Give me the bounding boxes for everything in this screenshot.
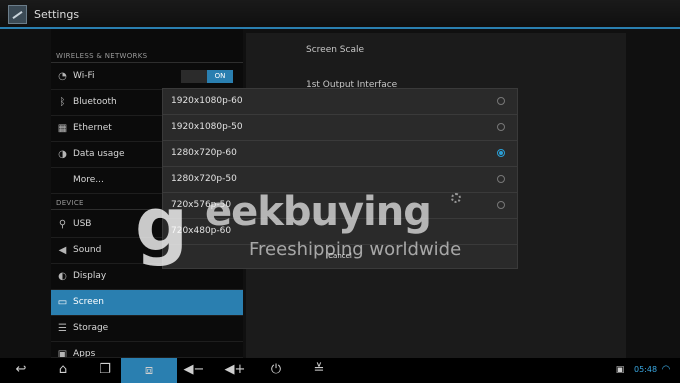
resolution-option[interactable]: 1920x1080p-50 — [163, 115, 517, 141]
system-navigation-bar: ↩ ⌂ ❐ ⧈ ◀− ◀+ ⏻ ≚ ▣ 05:48 ◠ — [0, 358, 680, 383]
usb-icon: ⚲ — [58, 219, 67, 230]
back-icon[interactable]: ↩ — [11, 362, 31, 378]
sidebar-item-label: Display — [73, 271, 107, 281]
speaker-icon: ◀ — [58, 245, 67, 256]
radio-button[interactable] — [497, 201, 505, 209]
radio-button-selected[interactable] — [497, 149, 505, 157]
bluetooth-icon: ᛒ — [59, 97, 66, 108]
sidebar-item-label: Sound — [73, 245, 102, 255]
title-bar: Settings — [0, 0, 680, 29]
display-icon: ◐ — [58, 271, 67, 282]
volume-down-icon[interactable]: ◀− — [181, 362, 207, 378]
sidebar-item-apps[interactable]: ▣ Apps — [51, 342, 243, 358]
sidebar-item-label: More... — [73, 175, 104, 185]
resolution-option[interactable]: 720x480p-60 — [163, 219, 517, 245]
section-header-device: DEVICE — [56, 199, 84, 207]
sidebar-item-label: Screen — [73, 297, 104, 307]
wifi-toggle[interactable]: ON — [181, 70, 233, 83]
resolution-dialog: 1920x1080p-60 1920x1080p-50 1280x720p-60… — [162, 88, 518, 269]
radio-button[interactable] — [497, 123, 505, 131]
clock: 05:48 — [634, 365, 658, 374]
resolution-option[interactable]: 1280x720p-60 — [163, 141, 517, 167]
radio-button[interactable] — [497, 97, 505, 105]
sidebar-item-screen[interactable]: ▭ Screen — [51, 290, 243, 316]
sidebar-item-label: Ethernet — [73, 123, 112, 133]
recent-apps-icon[interactable]: ❐ — [95, 362, 115, 378]
gallery-notification-icon: ▣ — [615, 365, 625, 375]
sidebar-item-storage[interactable]: ☰ Storage — [51, 316, 243, 342]
page-title: Settings — [34, 8, 80, 21]
wifi-toggle-state: ON — [207, 70, 233, 83]
resolution-option-label: 1280x720p-60 — [171, 148, 237, 158]
resolution-option[interactable]: 1920x1080p-60 — [163, 89, 517, 115]
home-icon[interactable]: ⌂ — [53, 362, 73, 378]
resolution-option[interactable]: 1280x720p-50 — [163, 167, 517, 193]
sidebar-item-label: USB — [73, 219, 92, 229]
resolution-option-label: 1920x1080p-60 — [171, 96, 243, 106]
wifi-signal-icon: ◠ — [661, 364, 671, 375]
apps-icon: ▣ — [57, 349, 68, 358]
sidebar-item-label: Storage — [73, 323, 109, 333]
storage-icon: ☰ — [58, 323, 67, 334]
ethernet-icon: ▦ — [57, 123, 68, 134]
wifi-icon: ◔ — [58, 71, 67, 82]
sidebar-item-wifi[interactable]: ◔ Wi-Fi ON — [51, 64, 243, 90]
sidebar-item-label: Wi-Fi — [73, 71, 95, 81]
radio-button[interactable] — [497, 175, 505, 183]
monitor-icon: ▭ — [57, 297, 68, 308]
power-icon[interactable]: ⏻ — [266, 362, 286, 378]
resolution-option[interactable]: 720x576p-50 — [163, 193, 517, 219]
settings-app-icon — [8, 5, 27, 24]
sidebar-item-label: Bluetooth — [73, 97, 117, 107]
screen-scale-item[interactable]: Screen Scale — [306, 45, 364, 55]
resolution-option-label: 1280x720p-50 — [171, 174, 237, 184]
cancel-button[interactable]: Cancel — [163, 245, 517, 268]
sidebar-item-label: Apps — [73, 349, 96, 358]
sidebar-item-label: Data usage — [73, 149, 125, 159]
screenshot-icon[interactable]: ⧈ — [121, 358, 177, 383]
data-usage-icon: ◑ — [58, 149, 67, 160]
resolution-option-label: 1920x1080p-50 — [171, 122, 243, 132]
volume-up-icon[interactable]: ◀+ — [222, 362, 248, 378]
resolution-option-label: 720x480p-60 — [171, 226, 232, 236]
resolution-option-label: 720x576p-50 — [171, 200, 232, 210]
section-header-wireless: WIRELESS & NETWORKS — [56, 52, 148, 60]
loading-spinner-icon — [451, 193, 461, 203]
section-divider — [51, 62, 243, 63]
collapse-bar-icon[interactable]: ≚ — [309, 362, 329, 378]
